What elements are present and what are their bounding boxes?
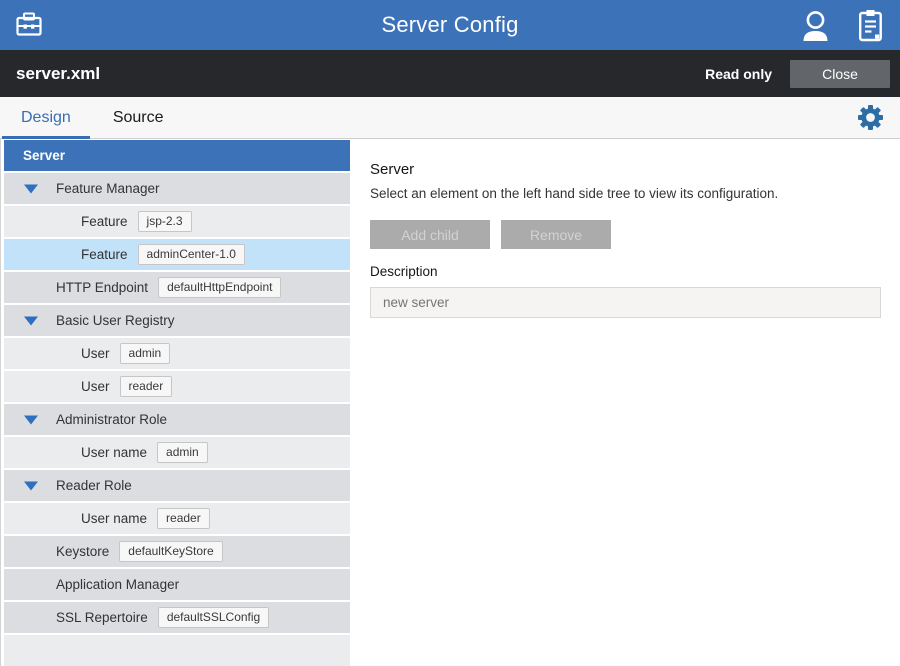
tree-row-label: User (81, 346, 110, 361)
tree-row[interactable]: User reader (4, 371, 350, 402)
tree-row[interactable]: Basic User Registry (4, 305, 350, 336)
add-child-button[interactable]: Add child (370, 220, 490, 249)
tree-row[interactable]: User name admin (4, 437, 350, 468)
tree-row[interactable] (4, 635, 350, 666)
tree-row[interactable]: SSL Repertoire defaultSSLConfig (4, 602, 350, 633)
tree-row-label: Administrator Role (56, 412, 167, 427)
config-tree: ServerFeature ManagerFeaturejsp-2.3Featu… (0, 139, 350, 666)
chevron-down-triangle-icon[interactable] (24, 481, 38, 490)
tree-row-badge: reader (157, 508, 210, 529)
detail-heading: Server (370, 161, 881, 178)
tree-row-label: Keystore (56, 544, 109, 559)
page-title: Server Config (381, 12, 518, 38)
main-area: ServerFeature ManagerFeaturejsp-2.3Featu… (0, 139, 900, 666)
top-app-bar: Server Config (0, 0, 900, 50)
tree-row[interactable]: Administrator Role (4, 404, 350, 435)
description-input[interactable] (370, 287, 881, 318)
readonly-status-label: Read only (705, 66, 772, 82)
tab-design[interactable]: Design (0, 97, 92, 138)
tree-row-badge: reader (120, 376, 173, 397)
tree-row[interactable]: Reader Role (4, 470, 350, 501)
detail-panel: Server Select an element on the left han… (350, 139, 900, 666)
tree-row-label: Application Manager (56, 577, 179, 592)
tree-row-label: User name (81, 445, 147, 460)
tab-source[interactable]: Source (92, 97, 185, 138)
clipboard-icon[interactable] (857, 9, 884, 42)
tab-design-label: Design (21, 109, 71, 127)
tab-source-label: Source (113, 109, 164, 127)
tree-row-badge: defaultSSLConfig (158, 607, 269, 628)
close-button[interactable]: Close (790, 60, 890, 88)
settings-gear-icon[interactable] (857, 97, 884, 138)
detail-actions: Add child Remove (370, 220, 881, 249)
tree-row[interactable]: User name reader (4, 503, 350, 534)
tree-row[interactable]: Server (4, 140, 350, 171)
tree-row[interactable]: Feature Manager (4, 173, 350, 204)
tree-row-label: User name (81, 511, 147, 526)
tree-row-badge: jsp-2.3 (138, 211, 192, 232)
person-icon[interactable] (800, 9, 831, 42)
tree-row-label: User (81, 379, 110, 394)
open-file-name: server.xml (16, 64, 100, 84)
remove-button[interactable]: Remove (501, 220, 611, 249)
tree-row-label: Feature (81, 214, 128, 229)
active-tab-underline (2, 136, 90, 139)
description-label: Description (370, 264, 881, 279)
tree-row[interactable]: Feature jsp-2.3 (4, 206, 350, 237)
tree-row-badge: defaultHttpEndpoint (158, 277, 281, 298)
server-config-app: Server Config server.xml (0, 0, 900, 666)
chevron-down-triangle-icon[interactable] (24, 184, 38, 193)
tree-row-badge: admin (120, 343, 171, 364)
tree-row-badge: adminCenter-1.0 (138, 244, 245, 265)
tree-row-label: Feature Manager (56, 181, 160, 196)
topbar-actions (800, 9, 884, 42)
tree-row-label: Feature (81, 247, 128, 262)
tree-row[interactable]: Feature adminCenter-1.0 (4, 239, 350, 270)
tree-row[interactable]: Application Manager (4, 569, 350, 600)
chevron-down-triangle-icon[interactable] (24, 316, 38, 325)
tree-row-badge: defaultKeyStore (119, 541, 222, 562)
tree-row-label: Server (23, 148, 65, 163)
file-bar: server.xml Read only Close (0, 50, 900, 97)
tree-row-label: HTTP Endpoint (56, 280, 148, 295)
tree-row-badge: admin (157, 442, 208, 463)
tree-row[interactable]: User admin (4, 338, 350, 369)
detail-instruction: Select an element on the left hand side … (370, 186, 881, 201)
chevron-down-triangle-icon[interactable] (24, 415, 38, 424)
tree-row-label: Reader Role (56, 478, 132, 493)
view-tabbar: Design Source (0, 97, 900, 139)
tree-row-label: Basic User Registry (56, 313, 175, 328)
toolbox-icon[interactable] (14, 10, 44, 40)
tree-row-label: SSL Repertoire (56, 610, 148, 625)
tree-row[interactable]: Keystore defaultKeyStore (4, 536, 350, 567)
tree-row[interactable]: HTTP Endpoint defaultHttpEndpoint (4, 272, 350, 303)
